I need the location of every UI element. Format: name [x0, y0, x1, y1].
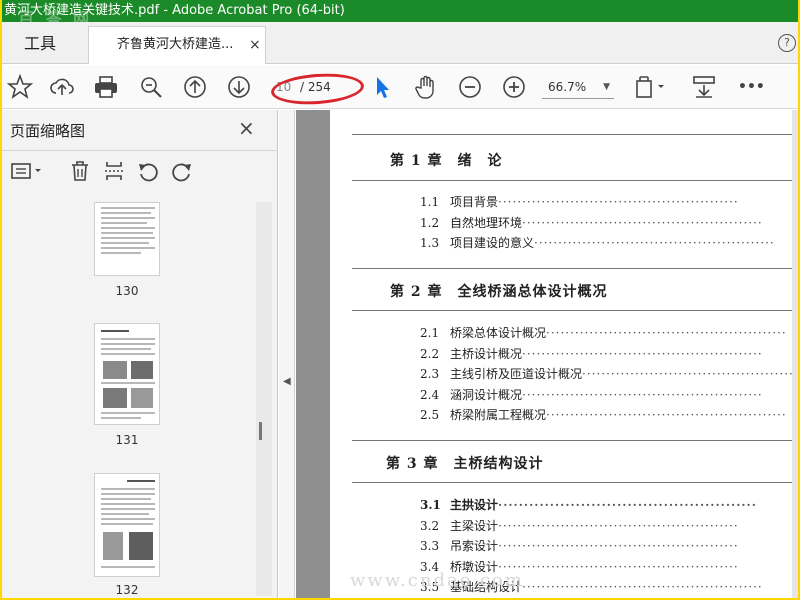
panel-scrollbar[interactable] [256, 202, 272, 596]
zoom-out-icon[interactable] [456, 73, 484, 101]
print-icon[interactable] [92, 73, 120, 101]
toc-entry[interactable]: 1.3 项目建设的意义······························… [420, 234, 798, 251]
rotate-left-icon[interactable] [136, 159, 160, 183]
thumbnail-label: 132 [115, 583, 139, 597]
app-window: 黄河大桥建造关键技术.pdf - Adobe Acrobat Pro (64-b… [2, 0, 798, 598]
tab-document[interactable]: 齐鲁黄河大桥建造... × [88, 26, 266, 64]
toc-entry[interactable]: 1.1 项目背景·································… [420, 193, 798, 210]
tab-bar: 工具 齐鲁黄河大桥建造... × ? [2, 22, 798, 64]
select-cursor-icon[interactable] [368, 73, 396, 101]
panel-toolbar [2, 150, 278, 190]
zoom-in-icon[interactable] [500, 73, 528, 101]
help-icon[interactable]: ? [778, 34, 796, 52]
divider [352, 134, 798, 135]
collapse-arrow-icon[interactable]: ◀ [283, 376, 291, 387]
zoom-search-icon[interactable] [137, 73, 165, 101]
watermark-top: 百 答 网 [18, 9, 93, 22]
star-icon[interactable] [6, 73, 34, 101]
panel-collapse-strip[interactable]: ◀ [279, 110, 295, 598]
thumbnail-label: 130 [115, 284, 139, 298]
arrow-down-icon[interactable] [225, 73, 253, 101]
scrollbar-thumb[interactable] [259, 422, 262, 440]
thumbnail-panel: 页面缩略图 × 130 131 132 [2, 110, 278, 598]
zoom-select[interactable]: 66.7% ▼ [542, 75, 614, 99]
watermark-bottom: www.cndao.com [350, 570, 524, 591]
toc-entry[interactable]: 3.1 主拱设计·································… [420, 496, 798, 513]
more-icon[interactable]: ••• [738, 73, 766, 101]
divider [352, 268, 798, 269]
toc-entry[interactable]: 3.2 主梁设计·································… [420, 517, 798, 534]
document-page: 第 1 章 绪 论 1.1 项目背景·······················… [330, 110, 798, 598]
scroll-mode-icon[interactable] [690, 73, 718, 101]
chevron-down-icon: ▼ [603, 82, 610, 92]
thumbnail-label: 131 [115, 433, 139, 447]
document-scrollbar[interactable] [792, 110, 798, 598]
close-icon[interactable]: × [238, 116, 255, 140]
document-viewport[interactable]: 第 1 章 绪 论 1.1 项目背景·······················… [296, 110, 798, 598]
page-thumbnail[interactable] [94, 202, 160, 276]
divider [352, 482, 798, 483]
window-title-bar: 黄河大桥建造关键技术.pdf - Adobe Acrobat Pro (64-b… [2, 0, 798, 22]
chapter-heading: 第 3 章 主桥结构设计 [386, 456, 544, 472]
page-thumbnail[interactable] [94, 473, 160, 577]
page-thumbnail[interactable] [94, 323, 160, 425]
tab-close-icon[interactable]: × [249, 27, 265, 63]
cloud-upload-icon[interactable] [48, 73, 76, 101]
panel-title: 页面缩略图 [10, 122, 86, 140]
tab-document-label: 齐鲁黄河大桥建造... [117, 37, 234, 52]
divider [352, 310, 798, 311]
divider [352, 180, 798, 181]
divider [352, 440, 798, 441]
insert-pages-icon[interactable] [102, 159, 126, 183]
main-toolbar: 10 / 254 66.7% ▼ ••• [2, 65, 798, 109]
arrow-up-icon[interactable] [181, 73, 209, 101]
chapter-heading: 第 2 章 全线桥涵总体设计概况 [390, 284, 608, 300]
toc-entry[interactable]: 2.1 桥梁总体设计概况·····························… [420, 324, 798, 341]
options-icon[interactable] [10, 159, 46, 183]
rotate-right-icon[interactable] [170, 159, 194, 183]
hand-icon[interactable] [412, 73, 440, 101]
toc-entry[interactable]: 3.3 吊索设计·································… [420, 537, 798, 554]
toc-entry[interactable]: 1.2 自然地理环境·······························… [420, 214, 798, 231]
trash-icon[interactable] [68, 159, 92, 183]
toc-entry[interactable]: 2.3 主线引桥及匝道设计概况··························… [420, 365, 798, 382]
toc-entry[interactable]: 2.2 主桥设计概况·······························… [420, 345, 798, 362]
chapter-heading: 第 1 章 绪 论 [390, 153, 503, 169]
toc-entry[interactable]: 2.5 桥梁附属工程概况·····························… [420, 406, 798, 423]
page-fit-icon[interactable] [632, 73, 672, 101]
tab-tools[interactable]: 工具 [2, 22, 84, 64]
toc-entry[interactable]: 2.4 涵洞设计概况·······························… [420, 386, 798, 403]
zoom-value: 66.7% [548, 80, 587, 94]
